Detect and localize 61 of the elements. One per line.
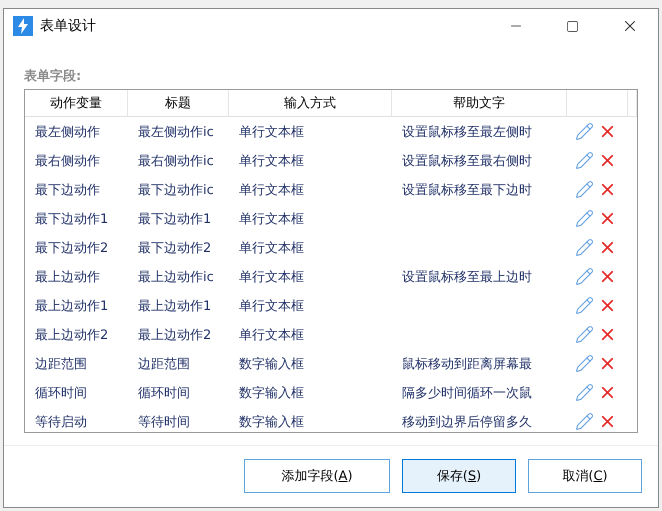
table-cell-text: 单行文本框 (238, 210, 305, 228)
table-cell-text: 最下边动作1 (137, 210, 212, 228)
table-cell-text: 循环时间 (137, 384, 191, 402)
table-cell-text: 鼠标移动到距离屏幕最 (401, 356, 533, 374)
table-cell-text: 单行文本框 (238, 240, 305, 258)
edit-icon[interactable] (575, 122, 594, 141)
table-cell-text: 设置鼠标移至最右侧时 (401, 152, 533, 170)
table-cell-text: 最上边动作 (34, 268, 101, 286)
column-header[interactable]: 输入方式 (229, 90, 392, 117)
table-cell-text: 等待时间 (137, 414, 191, 432)
column-header[interactable]: 标题 (128, 90, 229, 117)
column-header[interactable]: 帮助文字 (392, 90, 567, 117)
lightning-icon (13, 16, 33, 36)
section-label: 表单字段: (24, 68, 82, 85)
table-cell-text: 单行文本框 (238, 152, 305, 170)
table-cell-text: 最右侧动作 (34, 152, 101, 170)
table-cell-text: 单行文本框 (238, 182, 305, 200)
table-cell-text: 数字输入框 (238, 356, 305, 374)
edit-icon[interactable] (575, 383, 594, 402)
table-cell-text: 最上边动作2 (137, 326, 212, 344)
table-cell-text: 最下边动作 (34, 182, 101, 200)
dialog-button[interactable]: 添加字段(A) (244, 459, 390, 493)
dialog-button[interactable]: 保存(S) (402, 459, 516, 493)
dialog-button[interactable]: 取消(C) (528, 459, 642, 493)
edit-icon[interactable] (575, 267, 594, 286)
table-cell-text: 最下边动作ic (137, 182, 215, 200)
table-cell-text: 数字输入框 (238, 414, 305, 432)
edit-icon[interactable] (575, 412, 594, 431)
table-cell-text: 最上边动作1 (34, 298, 110, 316)
table-cell-text: 单行文本框 (238, 298, 305, 316)
table-cell-text: 设置鼠标移至最左侧时 (401, 124, 533, 142)
edit-icon[interactable] (575, 296, 594, 315)
table-cell-text: 移动到边界后停留多久 (401, 414, 533, 432)
table-cell-text: 设置鼠标移至最上边时 (401, 268, 533, 286)
table-cell-text: 设置鼠标移至最下边时 (401, 182, 533, 200)
table-cell-text: 单行文本框 (238, 326, 305, 344)
table-cell-text: 边距范围 (34, 356, 88, 374)
table-cell-text: 隔多少时间循环一次鼠 (401, 384, 533, 402)
table-cell-text: 最下边动作2 (137, 240, 212, 258)
window-title: 表单设计 (40, 17, 97, 35)
table-cell-text: 等待启动 (34, 414, 88, 432)
edit-icon[interactable] (575, 180, 594, 199)
edit-icon[interactable] (575, 238, 594, 257)
table-cell-text: 单行文本框 (238, 268, 305, 286)
table-cell-text: 最下边动作1 (34, 210, 110, 228)
edit-icon[interactable] (575, 209, 594, 228)
edit-icon[interactable] (575, 151, 594, 170)
edit-icon[interactable] (575, 354, 594, 373)
table-cell-text: 最上边动作1 (137, 298, 212, 316)
table-cell-text: 最上边动作ic (137, 268, 215, 286)
column-header[interactable]: 动作变量 (25, 90, 128, 117)
table-cell-text: 最右侧动作ic (137, 152, 215, 170)
table-cell-text: 数字输入框 (238, 384, 305, 402)
table-cell-text: 边距范围 (137, 356, 191, 374)
table-cell-text: 最下边动作2 (34, 240, 110, 258)
table-cell-text: 循环时间 (34, 384, 88, 402)
table-cell-text: 最左侧动作 (34, 124, 101, 142)
edit-icon[interactable] (575, 325, 594, 344)
table-cell-text: 单行文本框 (238, 124, 305, 142)
table-cell-text: 最上边动作2 (34, 326, 110, 344)
table-cell-text: 最左侧动作ic (137, 124, 215, 142)
